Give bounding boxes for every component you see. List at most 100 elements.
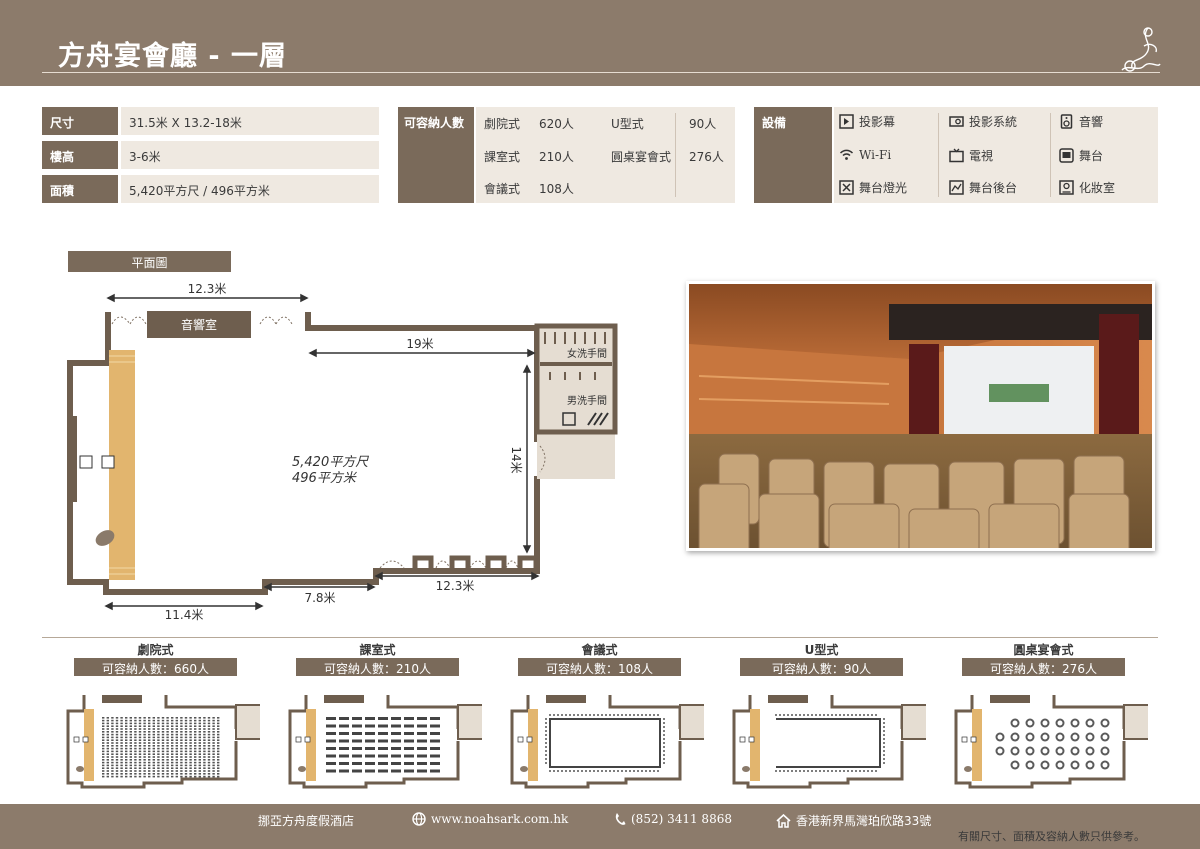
plan-washroom xyxy=(1123,704,1148,740)
equipment-label: 設備 xyxy=(754,107,832,203)
plan-speaker xyxy=(964,766,972,772)
layout-capacity: 可容納人數：210人 xyxy=(296,658,459,676)
equipment-name: 舞台後台 xyxy=(969,181,1018,195)
equipment-item: Wi-Fi xyxy=(839,147,891,162)
spec-row-height: 樓高 3-6米 xyxy=(42,141,379,169)
floorplan-wall xyxy=(305,312,540,442)
dimension-label: 19米 xyxy=(406,337,433,351)
layout-capacity: 可容納人數：276人 xyxy=(962,658,1125,676)
equipment-item: 投影系統 xyxy=(949,113,1017,130)
capacity-values: 劇院式 620人 課室式 210人 會議式 108人 U型式 90人 圓桌宴會式… xyxy=(476,107,735,203)
capacity-name: 會議式 xyxy=(484,182,521,196)
venue-photo xyxy=(686,281,1155,551)
plan-projector xyxy=(295,736,302,743)
equipment-item: 舞台 xyxy=(1059,147,1103,164)
plan-tv xyxy=(304,736,311,743)
floorplan-wall xyxy=(67,312,540,595)
dimension-label: 12.3米 xyxy=(188,282,227,296)
plan-washroom xyxy=(901,704,926,740)
page-title: 方舟宴會廳 - 一層 xyxy=(58,41,288,72)
stage-icon xyxy=(1059,148,1074,163)
projector-icon xyxy=(949,116,964,127)
spec-label: 面積 xyxy=(42,175,118,203)
seating-classroom xyxy=(326,717,440,773)
plan-wall xyxy=(608,695,682,729)
capacity-name: 劇院式 xyxy=(484,117,521,131)
layout-plan-banquet xyxy=(954,695,1148,789)
floorplan-label: 平面圖 xyxy=(68,251,231,272)
plan-projector xyxy=(517,736,524,743)
plan-tv xyxy=(526,736,533,743)
spec-row-area: 面積 5,420平方尺 / 496平方米 xyxy=(42,175,379,203)
backstage-icon xyxy=(949,180,964,195)
tv-icon xyxy=(101,455,115,469)
divider xyxy=(938,113,939,197)
capacity-value: 620人 xyxy=(539,117,574,131)
website-text[interactable]: www.noahsark.com.hk xyxy=(431,812,568,826)
dimension-label: 11.4米 xyxy=(165,608,204,622)
plan-stage xyxy=(972,709,982,781)
plan-sound-room xyxy=(990,695,1030,703)
layout-name: U型式 xyxy=(804,643,839,657)
layout-plan-theatre xyxy=(66,695,260,789)
layout-theatre: 劇院式 可容納人數：660人 xyxy=(66,640,260,789)
plan-stage xyxy=(750,709,760,781)
spec-value: 31.5米 X 13.2-18米 xyxy=(121,107,379,135)
address-text: 香港新界馬灣珀欣路33號 xyxy=(796,814,932,828)
layout-capacity: 可容納人數：660人 xyxy=(74,658,237,676)
plan-projector xyxy=(961,736,968,743)
plan-washroom xyxy=(457,704,482,740)
globe-icon xyxy=(412,812,426,826)
equipment-item: 投影幕 xyxy=(839,113,895,130)
phone-link[interactable]: (852) 3411 8868 xyxy=(614,812,732,826)
capacity-value: 90人 xyxy=(689,117,717,131)
equipment-block: 設備 投影幕 投影系統 音響 Wi-Fi 電視 舞台 舞台燈光 舞台後台 化妝室 xyxy=(754,107,1158,203)
dimension-label: 7.8米 xyxy=(304,591,335,605)
equipment-item: 電視 xyxy=(949,147,993,164)
plan-speaker xyxy=(76,766,84,772)
address: 香港新界馬灣珀欣路33號 xyxy=(776,812,931,829)
plan-speaker xyxy=(520,766,528,772)
layout-name: 劇院式 xyxy=(137,643,174,657)
wifi-icon xyxy=(839,149,854,160)
area-sqm-label: 496平方米 xyxy=(292,471,358,486)
equipment-name: 舞台燈光 xyxy=(859,181,908,195)
capacity-name: U型式 xyxy=(611,117,644,131)
seating-theatre xyxy=(102,717,220,778)
capacity-block: 可容納人數 劇院式 620人 課室式 210人 會議式 108人 U型式 90人… xyxy=(398,107,735,203)
plan-stage xyxy=(528,709,538,781)
plan-projector xyxy=(73,736,80,743)
capacity-name: 課室式 xyxy=(484,150,521,164)
spec-value: 3-6米 xyxy=(121,141,379,169)
plan-sound-room xyxy=(768,695,808,703)
equipment-values: 投影幕 投影系統 音響 Wi-Fi 電視 舞台 舞台燈光 舞台後台 化妝室 xyxy=(834,107,1158,203)
divider xyxy=(1050,113,1051,197)
equipment-name: 化妝室 xyxy=(1079,181,1116,195)
plan-washroom xyxy=(679,704,704,740)
equipment-name: 電視 xyxy=(969,149,994,163)
page-header: 方舟宴會廳 - 一層 xyxy=(0,0,1200,86)
plan-stage xyxy=(84,709,94,781)
plan-projector xyxy=(739,736,746,743)
stage-light-icon xyxy=(839,180,854,195)
layout-plan-boardroom xyxy=(510,695,704,789)
plan-sound-room xyxy=(102,695,142,703)
layout-name: 課室式 xyxy=(359,643,396,657)
home-icon xyxy=(776,813,791,828)
phone-text[interactable]: (852) 3411 8868 xyxy=(631,812,732,826)
equipment-item: 舞台後台 xyxy=(949,179,1017,196)
layout-capacity: 可容納人數：108人 xyxy=(518,658,681,676)
layout-boardroom: 會議式 可容納人數：108人 xyxy=(510,640,704,789)
plan-sound-room xyxy=(324,695,364,703)
divider xyxy=(42,637,1158,638)
website-link[interactable]: www.noahsark.com.hk xyxy=(412,812,568,826)
plan-tv xyxy=(82,736,89,743)
plan-wall xyxy=(386,695,460,729)
layout-plan-ushape xyxy=(732,695,926,789)
spec-label: 尺寸 xyxy=(42,107,118,135)
ornament-icon xyxy=(1121,27,1161,72)
equipment-name: Wi-Fi xyxy=(859,147,892,162)
dimension-label: 12.3米 xyxy=(436,579,475,593)
gents-washroom-label: 男洗手間 xyxy=(567,394,607,407)
layout-name: 圓桌宴會式 xyxy=(1013,643,1074,657)
